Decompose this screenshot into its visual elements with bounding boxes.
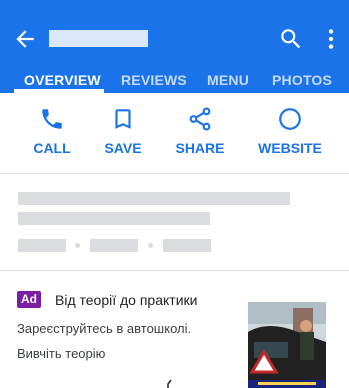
globe-circle-icon bbox=[279, 108, 301, 130]
separator-dot bbox=[148, 243, 153, 248]
info-placeholder-chip bbox=[18, 239, 66, 252]
driving-school-photo bbox=[248, 302, 326, 388]
ad-badge: Ad bbox=[17, 291, 41, 308]
bookmark-icon bbox=[115, 109, 131, 129]
share-label: SHARE bbox=[175, 140, 225, 156]
ad-image[interactable] bbox=[248, 302, 326, 388]
action-row: CALL SAVE SHARE WEBSITE bbox=[0, 93, 349, 165]
website-label: WEBSITE bbox=[258, 140, 322, 156]
back-arrow-icon[interactable] bbox=[12, 26, 38, 52]
separator-dot bbox=[75, 243, 80, 248]
phone-icon bbox=[42, 109, 62, 129]
tab-overview[interactable]: OVERVIEW bbox=[24, 72, 101, 88]
section-divider bbox=[0, 270, 349, 271]
search-icon[interactable] bbox=[278, 26, 304, 52]
partial-icon bbox=[167, 380, 172, 388]
call-label: CALL bbox=[33, 140, 71, 156]
share-icon bbox=[189, 107, 211, 131]
share-button[interactable]: SHARE bbox=[159, 106, 239, 162]
tab-menu[interactable]: MENU bbox=[207, 72, 249, 88]
info-placeholder-line bbox=[18, 212, 210, 225]
app-bar: OVERVIEW REVIEWS MENU PHOTOS bbox=[0, 0, 349, 93]
website-button[interactable]: WEBSITE bbox=[249, 106, 329, 162]
tab-photos[interactable]: PHOTOS bbox=[272, 72, 332, 88]
info-placeholder-line bbox=[18, 192, 290, 205]
ad-description-line: Зареєструйтесь в автошколі. bbox=[17, 321, 192, 336]
ad-description-line: Вивчіть теорію bbox=[17, 346, 106, 361]
place-title-placeholder bbox=[49, 30, 148, 47]
info-placeholder-chip bbox=[90, 239, 138, 252]
ad-title[interactable]: Від теорії до практики bbox=[55, 292, 197, 308]
section-divider bbox=[0, 173, 349, 174]
call-button[interactable]: CALL bbox=[11, 106, 91, 162]
info-placeholder-chip bbox=[163, 239, 211, 252]
tab-bar: OVERVIEW REVIEWS MENU PHOTOS bbox=[0, 68, 349, 93]
tab-reviews[interactable]: REVIEWS bbox=[121, 72, 187, 88]
save-button[interactable]: SAVE bbox=[82, 106, 162, 162]
more-vertical-icon[interactable] bbox=[318, 26, 344, 52]
save-label: SAVE bbox=[104, 140, 142, 156]
